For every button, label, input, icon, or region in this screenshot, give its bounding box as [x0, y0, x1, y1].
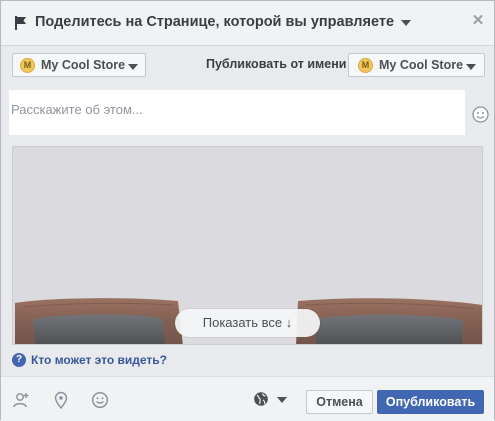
chevron-down-icon: [466, 64, 476, 70]
dialog-footer: Отмена Опубликовать: [1, 376, 494, 421]
title-dropdown-caret-icon[interactable]: [401, 20, 411, 26]
page-selector-label: My Cool Store: [41, 58, 126, 72]
page-selector-button[interactable]: M My Cool Store: [12, 53, 146, 77]
audience-selector[interactable]: [253, 391, 293, 409]
chevron-down-icon: [128, 64, 138, 70]
publish-as-selector-button[interactable]: M My Cool Store: [348, 53, 485, 77]
feeling-smiley-icon[interactable]: [91, 391, 109, 409]
share-dialog: Поделитесь на Странице, которой вы управ…: [0, 0, 495, 421]
tag-friends-icon[interactable]: [12, 391, 30, 409]
location-pin-icon[interactable]: [52, 391, 70, 409]
who-can-see-link[interactable]: Кто может это видеть?: [31, 353, 167, 367]
composer-box: [9, 90, 465, 135]
globe-icon: [254, 392, 268, 406]
cancel-button[interactable]: Отмена: [306, 390, 373, 414]
question-icon: ?: [12, 353, 26, 367]
dialog-header: Поделитесь на Странице, которой вы управ…: [1, 1, 494, 46]
smiley-icon[interactable]: [472, 106, 489, 123]
show-all-button[interactable]: Показать все ↓: [175, 309, 320, 337]
chevron-down-icon: [277, 397, 287, 403]
flag-icon: [15, 16, 26, 30]
publish-as-label: Публиковать от имени: [206, 57, 347, 71]
publish-as-selector-label: My Cool Store: [379, 58, 464, 72]
page-avatar: M: [20, 58, 35, 73]
close-icon[interactable]: ✕: [469, 12, 487, 30]
publish-as-avatar: M: [358, 58, 373, 73]
composer-input[interactable]: [9, 90, 465, 135]
dialog-title[interactable]: Поделитесь на Странице, которой вы управ…: [35, 14, 394, 30]
publish-button[interactable]: Опубликовать: [377, 390, 484, 414]
